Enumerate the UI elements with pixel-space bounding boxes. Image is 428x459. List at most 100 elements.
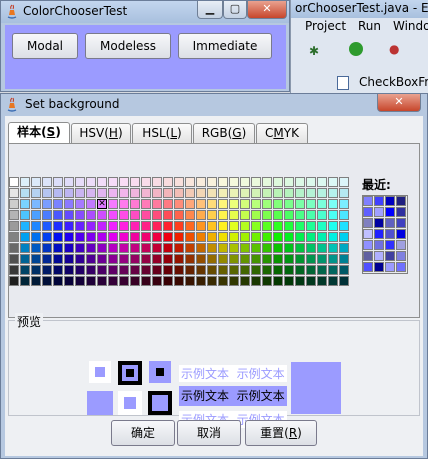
color-swatch[interactable] xyxy=(97,243,107,253)
color-swatch[interactable] xyxy=(119,221,129,231)
color-swatch[interactable] xyxy=(42,254,52,264)
color-swatch[interactable] xyxy=(9,210,19,220)
color-swatch[interactable] xyxy=(141,221,151,231)
color-swatch[interactable] xyxy=(53,221,63,231)
color-swatch[interactable] xyxy=(163,188,173,198)
color-swatch[interactable] xyxy=(174,232,184,242)
color-swatch[interactable] xyxy=(86,243,96,253)
color-swatch[interactable] xyxy=(339,243,349,253)
color-swatch[interactable] xyxy=(42,265,52,275)
color-swatch[interactable] xyxy=(163,210,173,220)
color-swatch[interactable] xyxy=(130,232,140,242)
minimize-icon[interactable]: ▁ xyxy=(197,1,223,19)
color-swatch[interactable] xyxy=(9,243,19,253)
color-swatch[interactable] xyxy=(141,199,151,209)
color-swatch[interactable] xyxy=(284,232,294,242)
color-swatch[interactable] xyxy=(306,210,316,220)
external-tools-icon[interactable]: ● xyxy=(389,42,399,56)
color-swatch[interactable] xyxy=(306,254,316,264)
color-swatch[interactable] xyxy=(152,199,162,209)
color-swatch[interactable] xyxy=(119,177,129,187)
color-swatch[interactable] xyxy=(152,177,162,187)
color-swatch[interactable] xyxy=(152,188,162,198)
color-swatch[interactable] xyxy=(207,265,217,275)
color-swatch[interactable] xyxy=(53,254,63,264)
close-icon[interactable]: ✕ xyxy=(247,1,287,19)
recent-color-swatch[interactable] xyxy=(363,262,373,272)
color-swatch[interactable] xyxy=(262,243,272,253)
color-swatch[interactable] xyxy=(75,188,85,198)
color-swatch[interactable] xyxy=(273,265,283,275)
color-swatch[interactable] xyxy=(240,177,250,187)
recent-swatches[interactable] xyxy=(362,195,408,274)
color-swatch[interactable] xyxy=(251,254,261,264)
color-swatch[interactable] xyxy=(295,177,305,187)
color-swatch[interactable] xyxy=(284,254,294,264)
recent-color-swatch[interactable] xyxy=(363,240,373,250)
color-swatch[interactable] xyxy=(207,243,217,253)
color-swatch[interactable] xyxy=(273,243,283,253)
color-swatch[interactable] xyxy=(328,177,338,187)
recent-color-swatch[interactable] xyxy=(385,196,395,206)
color-swatch[interactable] xyxy=(174,254,184,264)
color-swatch[interactable] xyxy=(339,232,349,242)
color-swatch[interactable] xyxy=(141,243,151,253)
color-swatch[interactable] xyxy=(119,254,129,264)
color-swatch[interactable] xyxy=(185,210,195,220)
color-swatch[interactable] xyxy=(196,188,206,198)
color-swatch[interactable] xyxy=(218,188,228,198)
close-icon[interactable]: ✕ xyxy=(377,94,421,112)
eclipse-editor-tab[interactable]: CheckBoxFr xyxy=(291,70,428,95)
color-swatch[interactable] xyxy=(152,232,162,242)
color-swatch[interactable] xyxy=(130,265,140,275)
color-swatch[interactable] xyxy=(273,254,283,264)
color-swatch[interactable] xyxy=(196,221,206,231)
color-swatch[interactable] xyxy=(185,243,195,253)
color-swatch[interactable] xyxy=(185,254,195,264)
color-swatch[interactable] xyxy=(174,188,184,198)
color-swatch[interactable] xyxy=(262,276,272,286)
color-swatch[interactable] xyxy=(196,254,206,264)
color-swatch[interactable] xyxy=(306,243,316,253)
color-swatch[interactable] xyxy=(75,276,85,286)
color-swatch[interactable] xyxy=(240,221,250,231)
recent-color-swatch[interactable] xyxy=(363,229,373,239)
color-swatch[interactable] xyxy=(251,221,261,231)
color-swatch[interactable] xyxy=(20,188,30,198)
color-swatch[interactable] xyxy=(31,254,41,264)
color-swatch[interactable] xyxy=(284,243,294,253)
color-swatch[interactable] xyxy=(53,188,63,198)
menu-window[interactable]: Windo xyxy=(393,19,428,33)
color-swatch[interactable] xyxy=(218,232,228,242)
color-swatch[interactable] xyxy=(251,188,261,198)
color-swatch[interactable] xyxy=(240,232,250,242)
color-swatch[interactable] xyxy=(97,254,107,264)
color-swatch[interactable] xyxy=(163,177,173,187)
color-swatch[interactable] xyxy=(64,232,74,242)
recent-color-swatch[interactable] xyxy=(396,196,406,206)
color-swatch[interactable] xyxy=(240,243,250,253)
recent-color-swatch[interactable] xyxy=(396,262,406,272)
color-swatch[interactable] xyxy=(273,210,283,220)
color-swatch[interactable] xyxy=(9,221,19,231)
color-swatch[interactable] xyxy=(42,188,52,198)
color-swatch[interactable] xyxy=(273,276,283,286)
color-swatch[interactable] xyxy=(42,276,52,286)
color-swatch[interactable] xyxy=(328,210,338,220)
color-swatch[interactable] xyxy=(86,177,96,187)
color-swatch[interactable] xyxy=(251,243,261,253)
color-swatch[interactable] xyxy=(273,188,283,198)
color-swatch[interactable] xyxy=(229,210,239,220)
tab-hsl[interactable]: HSL(L) xyxy=(132,123,192,143)
color-swatch[interactable] xyxy=(152,243,162,253)
color-swatch[interactable] xyxy=(86,199,96,209)
color-swatch[interactable] xyxy=(75,232,85,242)
color-swatch[interactable] xyxy=(141,265,151,275)
color-swatch[interactable] xyxy=(64,188,74,198)
color-swatch[interactable] xyxy=(185,188,195,198)
color-swatch[interactable] xyxy=(9,254,19,264)
color-swatch[interactable] xyxy=(130,221,140,231)
color-swatch[interactable] xyxy=(108,232,118,242)
color-swatch[interactable] xyxy=(64,254,74,264)
color-swatch[interactable] xyxy=(273,177,283,187)
